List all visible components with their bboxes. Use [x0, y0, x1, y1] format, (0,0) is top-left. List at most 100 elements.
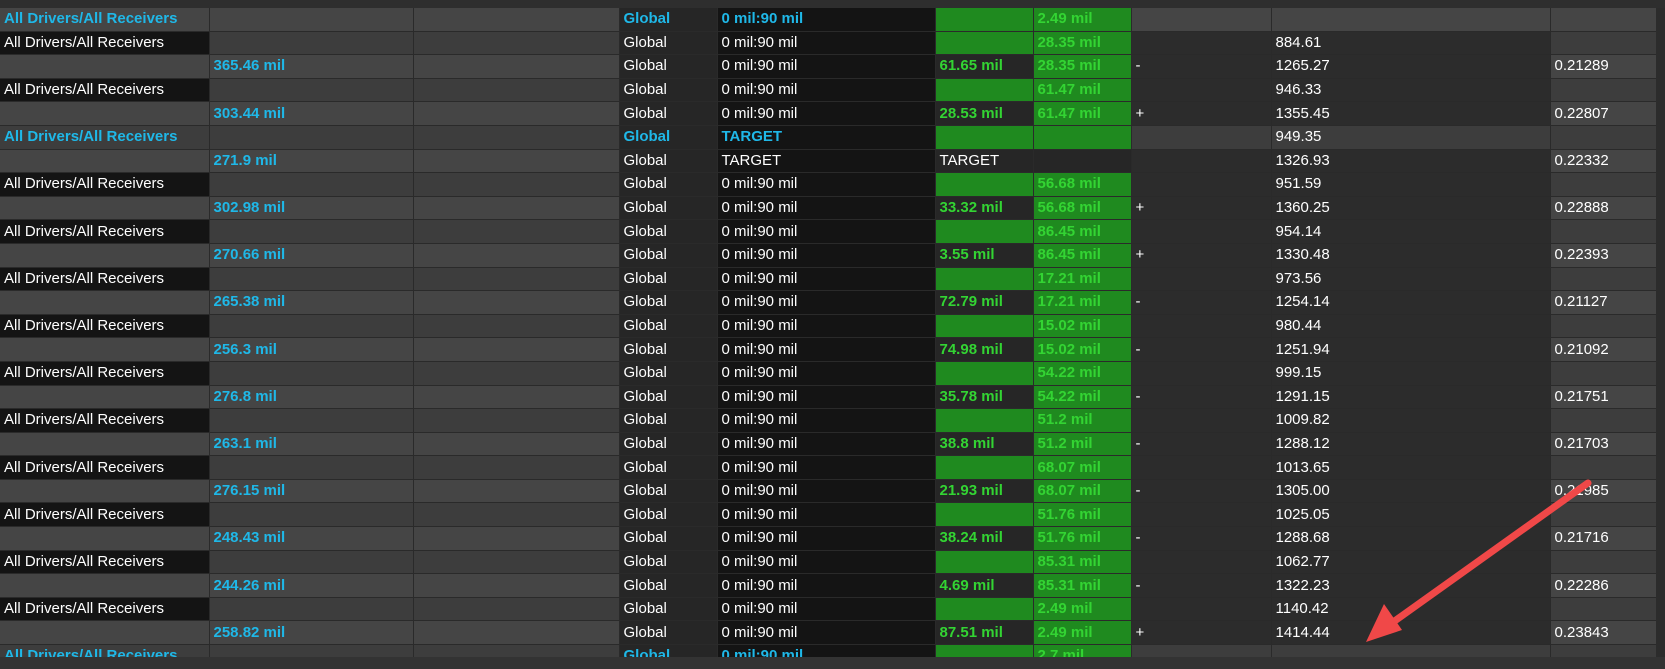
cell-value[interactable]: 884.61 — [1271, 31, 1551, 56]
table-row[interactable]: All Drivers/All Receivers Global 0 mil:90 … — [0, 219, 1665, 244]
cell-value[interactable]: 1013.65 — [1271, 455, 1551, 480]
cell-sign[interactable] — [1131, 78, 1272, 103]
cell-range[interactable]: 0 mil:90 mil — [717, 172, 936, 197]
cell-scope[interactable]: Global — [619, 526, 718, 551]
cell-blank[interactable] — [413, 597, 620, 622]
cell-sign[interactable] — [1131, 267, 1272, 292]
cell-range[interactable]: 0 mil:90 mil — [717, 196, 936, 221]
cell-ratio[interactable]: 0.21716 — [1550, 526, 1665, 551]
cell-scope[interactable]: Global — [619, 290, 718, 315]
cell-sign[interactable] — [1131, 125, 1272, 150]
cell-b[interactable] — [1033, 125, 1132, 150]
table-row[interactable]: 258.82 mil Global 0 mil:90 mil 87.51 mil 2.4… — [0, 620, 1665, 646]
cell-scope[interactable]: Global — [619, 8, 718, 32]
cell-a[interactable]: 21.93 mil — [935, 479, 1034, 504]
cell-scope[interactable]: Global — [619, 243, 718, 268]
table-row[interactable]: 302.98 mil Global 0 mil:90 mil 33.32 mil 56.… — [0, 196, 1665, 221]
cell-blank[interactable] — [413, 479, 620, 504]
cell-b[interactable]: 85.31 mil — [1033, 550, 1132, 575]
cell-value[interactable]: 1330.48 — [1271, 243, 1551, 268]
cell-name[interactable] — [0, 479, 210, 504]
cell-name[interactable]: All Drivers/All Receivers — [0, 361, 210, 386]
cell-value[interactable] — [1271, 8, 1551, 32]
cell-blank[interactable] — [413, 455, 620, 480]
cell-sign[interactable] — [1131, 361, 1272, 386]
table-row[interactable]: 265.38 mil Global 0 mil:90 mil 72.79 mil 17.… — [0, 290, 1665, 315]
cell-scope[interactable]: Global — [619, 479, 718, 504]
table-row[interactable]: 263.1 mil Global 0 mil:90 mil 38.8 mil 51.2 … — [0, 432, 1665, 457]
cell-length[interactable]: 270.66 mil — [209, 243, 414, 268]
cell-blank[interactable] — [413, 101, 620, 126]
cell-range[interactable]: 0 mil:90 mil — [717, 8, 936, 32]
vertical-scrollbar[interactable] — [1656, 8, 1665, 657]
cell-length[interactable] — [209, 8, 414, 32]
cell-value[interactable]: 1355.45 — [1271, 101, 1551, 126]
cell-range[interactable]: 0 mil:90 mil — [717, 385, 936, 410]
cell-blank[interactable] — [413, 314, 620, 339]
cell-sign[interactable]: - — [1131, 385, 1272, 410]
cell-range[interactable]: 0 mil:90 mil — [717, 267, 936, 292]
cell-blank[interactable] — [413, 267, 620, 292]
cell-ratio[interactable] — [1550, 408, 1665, 433]
table-row[interactable]: All Drivers/All Receivers Global 0 mil:90 … — [0, 597, 1665, 622]
cell-sign[interactable] — [1131, 314, 1272, 339]
cell-sign[interactable]: + — [1131, 101, 1272, 126]
cell-b[interactable]: 56.68 mil — [1033, 196, 1132, 221]
table-row[interactable]: All Drivers/All Receivers Global TARGET 949… — [0, 125, 1665, 150]
cell-name[interactable] — [0, 337, 210, 362]
cell-ratio[interactable]: 0.21289 — [1550, 54, 1665, 79]
cell-a[interactable] — [935, 314, 1034, 339]
cell-sign[interactable]: - — [1131, 526, 1272, 551]
cell-b[interactable]: 86.45 mil — [1033, 219, 1132, 244]
cell-ratio[interactable] — [1550, 361, 1665, 386]
cell-sign[interactable] — [1131, 550, 1272, 575]
cell-value[interactable]: 946.33 — [1271, 78, 1551, 103]
cell-length[interactable] — [209, 550, 414, 575]
table-row[interactable]: All Drivers/All Receivers Global 0 mil:90 … — [0, 502, 1665, 528]
cell-b[interactable]: 56.68 mil — [1033, 172, 1132, 197]
cell-length[interactable] — [209, 219, 414, 244]
cell-a[interactable] — [935, 125, 1034, 150]
cell-range[interactable]: 0 mil:90 mil — [717, 31, 936, 56]
cell-value[interactable]: 1062.77 — [1271, 550, 1551, 575]
cell-b[interactable]: 51.76 mil — [1033, 502, 1132, 528]
cell-a[interactable] — [935, 597, 1034, 622]
cell-b[interactable]: 28.35 mil — [1033, 54, 1132, 79]
cell-length[interactable]: 365.46 mil — [209, 54, 414, 79]
cell-ratio[interactable] — [1550, 267, 1665, 292]
cell-ratio[interactable]: 0.22286 — [1550, 573, 1665, 598]
cell-range[interactable]: 0 mil:90 mil — [717, 597, 936, 622]
cell-blank[interactable] — [413, 243, 620, 268]
cell-name[interactable] — [0, 432, 210, 457]
cell-range[interactable]: 0 mil:90 mil — [717, 337, 936, 362]
cell-length[interactable]: 303.44 mil — [209, 101, 414, 126]
cell-scope[interactable]: Global — [619, 408, 718, 433]
cell-blank[interactable] — [413, 408, 620, 433]
cell-length[interactable] — [209, 408, 414, 433]
cell-ratio[interactable] — [1550, 597, 1665, 622]
cell-ratio[interactable] — [1550, 455, 1665, 480]
cell-b[interactable]: 51.2 mil — [1033, 408, 1132, 433]
cell-a[interactable]: 35.78 mil — [935, 385, 1034, 410]
cell-range[interactable]: 0 mil:90 mil — [717, 314, 936, 339]
cell-length[interactable] — [209, 502, 414, 528]
cell-scope[interactable]: Global — [619, 78, 718, 103]
cell-value[interactable]: 1305.00 — [1271, 479, 1551, 504]
cell-ratio[interactable]: 0.21127 — [1550, 290, 1665, 315]
cell-name[interactable] — [0, 573, 210, 598]
cell-ratio[interactable]: 0.22332 — [1550, 149, 1665, 174]
cell-sign[interactable] — [1131, 172, 1272, 197]
cell-range[interactable]: TARGET — [717, 125, 936, 150]
cell-a[interactable]: 4.69 mil — [935, 573, 1034, 598]
cell-name[interactable] — [0, 243, 210, 268]
cell-length[interactable] — [209, 597, 414, 622]
cell-range[interactable]: 0 mil:90 mil — [717, 479, 936, 504]
cell-range[interactable]: 0 mil:90 mil — [717, 573, 936, 598]
cell-scope[interactable]: Global — [619, 550, 718, 575]
cell-blank[interactable] — [413, 337, 620, 362]
table-row[interactable]: 271.9 mil Global TARGET TARGET 1326.93 0.2233… — [0, 149, 1665, 174]
cell-b[interactable]: 54.22 mil — [1033, 385, 1132, 410]
cell-value[interactable]: 1254.14 — [1271, 290, 1551, 315]
cell-value[interactable]: 980.44 — [1271, 314, 1551, 339]
cell-b[interactable]: 17.21 mil — [1033, 267, 1132, 292]
